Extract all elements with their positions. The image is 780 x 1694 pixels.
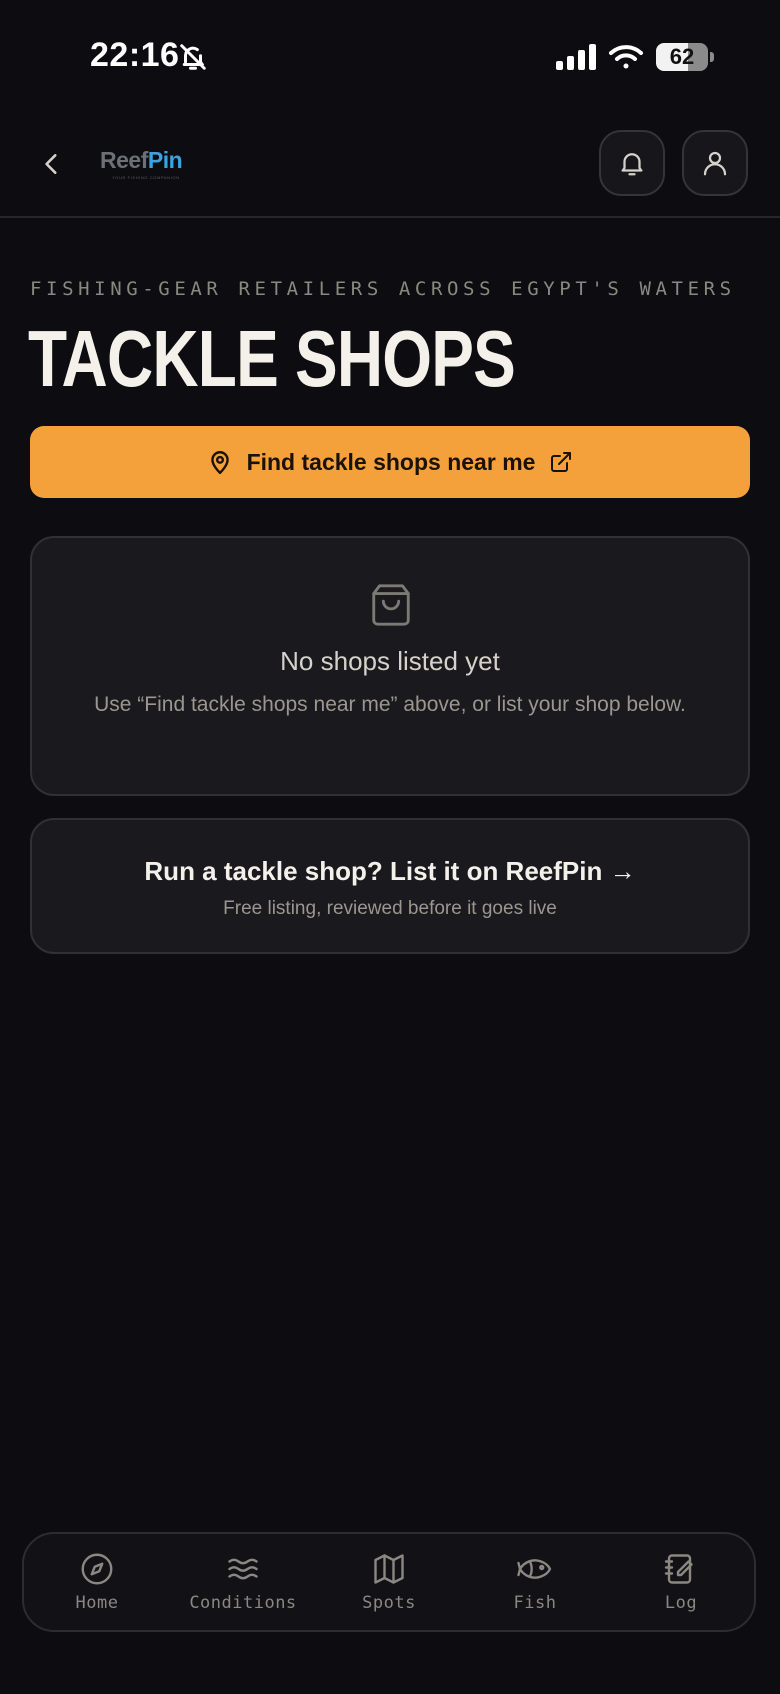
empty-state-card: No shops listed yet Use “Find tackle sho…	[30, 536, 750, 796]
silent-mode-icon	[178, 42, 208, 72]
status-bar: 22:16 62	[0, 0, 780, 112]
map-pin-icon	[207, 449, 233, 475]
battery-level: 62	[669, 44, 695, 69]
find-button-label: Find tackle shops near me	[246, 448, 536, 475]
nav-label-fish: Fish	[513, 1593, 557, 1613]
cellular-signal-icon	[556, 44, 596, 70]
logo-tagline: YOUR FISHING COMPANION	[112, 175, 180, 180]
bottom-navigation: Home Conditions Spots Fish Log	[22, 1532, 756, 1632]
notifications-button[interactable]	[599, 130, 665, 196]
logo-primary: Reef	[100, 147, 148, 173]
notebook-icon	[663, 1551, 699, 1587]
nav-label-home: Home	[75, 1593, 119, 1613]
waves-icon	[225, 1551, 261, 1587]
list-your-shop-card[interactable]: Run a tackle shop? List it on ReefPin → …	[30, 818, 750, 954]
empty-state-title: No shops listed yet	[280, 646, 500, 676]
logo-wordmark: ReefPin	[100, 147, 183, 173]
compass-icon	[79, 1551, 115, 1587]
shopping-bag-icon	[368, 582, 414, 628]
nav-item-conditions[interactable]: Conditions	[170, 1534, 316, 1630]
list-shop-title: Run a tackle shop? List it on ReefPin →	[144, 856, 636, 886]
list-shop-subtitle: Free listing, reviewed before it goes li…	[223, 898, 557, 919]
profile-button[interactable]	[682, 130, 748, 196]
status-time: 22:16	[90, 36, 180, 74]
logo-accent: Pin	[147, 147, 183, 173]
nav-label-log: Log	[664, 1593, 698, 1613]
nav-label-conditions: Conditions	[189, 1593, 297, 1613]
external-link-icon	[549, 450, 573, 474]
app-header: ReefPin YOUR FISHING COMPANION	[0, 112, 780, 218]
page-eyebrow: FISHING-GEAR RETAILERS ACROSS EGYPT'S WA…	[30, 278, 736, 300]
fish-icon	[517, 1551, 553, 1587]
nav-label-spots: Spots	[362, 1593, 416, 1613]
bell-icon	[617, 148, 647, 178]
nav-item-fish[interactable]: Fish	[462, 1534, 608, 1630]
wifi-icon	[608, 43, 644, 71]
page-title: TACKLE SHOPS	[28, 314, 516, 403]
map-icon	[371, 1551, 407, 1587]
nav-item-home[interactable]: Home	[24, 1534, 170, 1630]
nav-item-spots[interactable]: Spots	[316, 1534, 462, 1630]
find-shops-near-me-button[interactable]: Find tackle shops near me	[30, 426, 750, 498]
status-indicators: 62	[556, 40, 714, 74]
empty-state-description: Use “Find tackle shops near me” above, o…	[94, 693, 686, 716]
battery-indicator: 62	[656, 43, 714, 71]
nav-item-log[interactable]: Log	[608, 1534, 754, 1630]
user-icon	[700, 148, 730, 178]
back-button[interactable]	[30, 142, 74, 186]
chevron-left-icon	[39, 151, 65, 177]
reefpin-logo[interactable]: ReefPin YOUR FISHING COMPANION	[100, 147, 183, 188]
